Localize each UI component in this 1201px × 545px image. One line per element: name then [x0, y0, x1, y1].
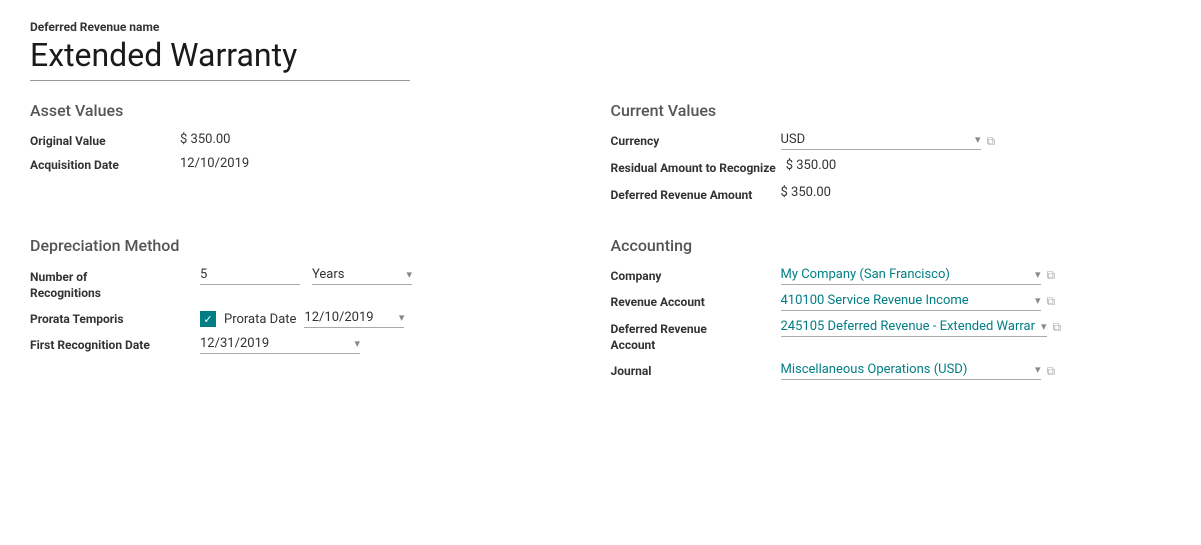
deferred-revenue-amount-row: Deferred Revenue Amount $ 350.00	[611, 185, 1172, 204]
prorata-temporis-label: Prorata Temporis	[30, 310, 190, 326]
number-of-recognitions-row: Number ofRecognitions 5 Years ▾	[30, 267, 591, 303]
currency-value: USD	[781, 132, 969, 147]
original-value: $ 350.00	[180, 132, 231, 147]
page-label: Deferred Revenue name	[30, 20, 1171, 34]
deferred-revenue-account-external-link-icon[interactable]: ⧉	[1053, 320, 1062, 335]
prorata-date-label: Prorata Date	[224, 312, 296, 327]
years-dropdown-arrow: ▾	[406, 268, 412, 281]
currency-external-link-icon[interactable]: ⧉	[987, 134, 996, 149]
deferred-revenue-account-select[interactable]: 245105 Deferred Revenue - Extended Warra…	[781, 319, 1047, 337]
deferred-revenue-account-row: Deferred RevenueAccount 245105 Deferred …	[611, 319, 1172, 355]
revenue-account-external-link-icon[interactable]: ⧉	[1047, 294, 1056, 309]
journal-external-link-icon[interactable]: ⧉	[1047, 364, 1056, 379]
company-row: Company My Company (San Francisco) ▾ ⧉	[611, 267, 1172, 285]
acquisition-date: 12/10/2019	[180, 156, 249, 171]
company-value: My Company (San Francisco)	[781, 267, 1029, 282]
deferred-revenue-amount-value: $ 350.00	[781, 185, 832, 200]
number-of-recognitions-input[interactable]: 5	[200, 267, 300, 285]
prorata-date-value: 12/10/2019	[304, 310, 394, 325]
deferred-revenue-account-dropdown-arrow: ▾	[1041, 320, 1047, 333]
revenue-account-value: 410100 Service Revenue Income	[781, 293, 1029, 308]
journal-label: Journal	[611, 362, 771, 378]
company-external-link-icon[interactable]: ⧉	[1047, 268, 1056, 283]
company-dropdown-arrow: ▾	[1035, 268, 1041, 281]
prorata-checkbox[interactable]: ✓	[200, 311, 216, 327]
first-recognition-date-select[interactable]: 12/31/2019 ▾	[200, 336, 360, 354]
company-label: Company	[611, 267, 771, 283]
currency-row: Currency USD ▾ ⧉	[611, 132, 1172, 150]
number-of-recognitions-label: Number ofRecognitions	[30, 267, 190, 303]
journal-row: Journal Miscellaneous Operations (USD) ▾…	[611, 362, 1172, 380]
first-recognition-date-row: First Recognition Date 12/31/2019 ▾	[30, 336, 591, 354]
residual-amount-row: Residual Amount to Recognize $ 350.00	[611, 158, 1172, 177]
deferred-revenue-account-value: 245105 Deferred Revenue - Extended Warra…	[781, 319, 1035, 334]
revenue-account-row: Revenue Account 410100 Service Revenue I…	[611, 293, 1172, 311]
currency-select[interactable]: USD ▾	[781, 132, 981, 150]
depreciation-method-title: Depreciation Method	[30, 236, 591, 255]
prorata-temporis-row: Prorata Temporis ✓ Prorata Date 12/10/20…	[30, 310, 591, 328]
company-select[interactable]: My Company (San Francisco) ▾	[781, 267, 1041, 285]
currency-label: Currency	[611, 132, 771, 148]
checkmark-icon: ✓	[203, 314, 212, 325]
accounting-title: Accounting	[611, 236, 1172, 255]
journal-value: Miscellaneous Operations (USD)	[781, 362, 1029, 377]
asset-values-title: Asset Values	[30, 101, 591, 120]
journal-select[interactable]: Miscellaneous Operations (USD) ▾	[781, 362, 1041, 380]
revenue-account-label: Revenue Account	[611, 293, 771, 309]
residual-amount-label: Residual Amount to Recognize	[611, 158, 776, 177]
page-title: Extended Warranty	[30, 36, 1171, 74]
original-value-row: Original Value $ 350.00	[30, 132, 591, 148]
revenue-account-select[interactable]: 410100 Service Revenue Income ▾	[781, 293, 1041, 311]
acquisition-date-row: Acquisition Date 12/10/2019	[30, 156, 591, 172]
asset-values-section: Asset Values Original Value $ 350.00 Acq…	[30, 101, 591, 212]
current-values-section: Current Values Currency USD ▾ ⧉ Residual…	[611, 101, 1172, 212]
years-value: Years	[312, 267, 402, 282]
currency-dropdown-arrow: ▾	[975, 133, 981, 146]
acquisition-date-label: Acquisition Date	[30, 156, 170, 172]
prorata-date-select[interactable]: 12/10/2019 ▾	[304, 310, 404, 328]
first-recognition-date-value: 12/31/2019	[200, 336, 350, 351]
years-select[interactable]: Years ▾	[312, 267, 412, 285]
residual-amount-value: $ 350.00	[786, 158, 837, 173]
journal-dropdown-arrow: ▾	[1035, 363, 1041, 376]
prorata-date-dropdown-arrow: ▾	[399, 311, 405, 324]
title-divider	[30, 80, 410, 81]
original-value-label: Original Value	[30, 132, 170, 148]
depreciation-method-section: Depreciation Method Number ofRecognition…	[30, 236, 591, 389]
deferred-revenue-amount-label: Deferred Revenue Amount	[611, 185, 771, 204]
revenue-account-dropdown-arrow: ▾	[1035, 294, 1041, 307]
current-values-title: Current Values	[611, 101, 1172, 120]
first-recognition-date-dropdown-arrow: ▾	[354, 337, 360, 350]
first-recognition-date-label: First Recognition Date	[30, 336, 190, 352]
deferred-revenue-account-label: Deferred RevenueAccount	[611, 319, 771, 355]
accounting-section: Accounting Company My Company (San Franc…	[611, 236, 1172, 389]
